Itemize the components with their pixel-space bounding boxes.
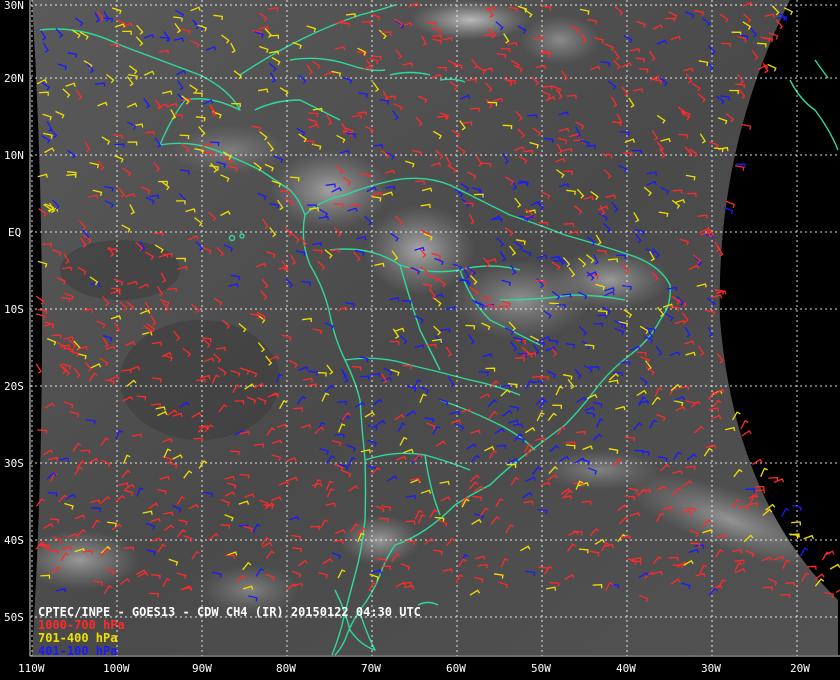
latitude-labels: 30N 20N 10N EQ 10S 20S 30S 40S 50S <box>4 0 24 624</box>
legend-high-level: 401-100 hPa <box>38 644 117 658</box>
lat-label: 30S <box>4 457 24 470</box>
lat-label: 20N <box>4 72 24 85</box>
wind-barb <box>768 476 779 482</box>
lat-label: 10N <box>4 149 24 162</box>
lon-label: 60W <box>446 662 466 675</box>
lat-label: 50S <box>4 611 24 624</box>
lat-label: 10S <box>4 303 24 316</box>
lat-label: 30N <box>4 0 24 12</box>
wind-barb <box>767 63 777 72</box>
lon-label: 100W <box>103 662 130 675</box>
wind-barb <box>741 123 752 130</box>
wind-barb <box>773 478 785 484</box>
lon-label: 20W <box>790 662 810 675</box>
lon-label: 30W <box>701 662 721 675</box>
lon-label: 110W <box>18 662 45 675</box>
wind-barb <box>725 200 736 209</box>
lat-label: 40S <box>4 534 24 547</box>
wind-barb <box>791 521 802 526</box>
lon-label: 80W <box>276 662 296 675</box>
wind-barb <box>835 589 840 593</box>
wind-barb <box>799 547 809 557</box>
wind-barb <box>781 507 790 517</box>
wind-barb <box>783 7 794 16</box>
longitude-labels: 110W 100W 90W 80W 70W 60W 50W 40W 30W 20… <box>18 662 810 675</box>
lon-label: 40W <box>616 662 636 675</box>
wind-barb <box>741 429 752 437</box>
image-title: CPTEC/INPE - GOES13 - CDW CH4 (IR) 20150… <box>38 605 421 619</box>
legend-mid-level: 701-400 hPa <box>38 631 117 645</box>
wind-barb <box>734 164 745 171</box>
lat-label: 20S <box>4 380 24 393</box>
wind-barb <box>829 563 840 570</box>
wind-barb <box>760 467 768 477</box>
wind-barb <box>803 534 815 540</box>
lon-label: 50W <box>531 662 551 675</box>
legend-low-level: 1000-700 hPa <box>38 618 125 632</box>
lon-label: 70W <box>361 662 381 675</box>
wind-barb <box>35 363 42 374</box>
satellite-wind-map: 30N 20N 10N EQ 10S 20S 30S 40S 50S 110W … <box>4 0 840 675</box>
lon-label: 90W <box>192 662 212 675</box>
wind-barb <box>740 419 749 430</box>
lat-label: EQ <box>8 226 21 239</box>
wind-barb <box>752 458 763 465</box>
wind-barb <box>723 206 734 215</box>
